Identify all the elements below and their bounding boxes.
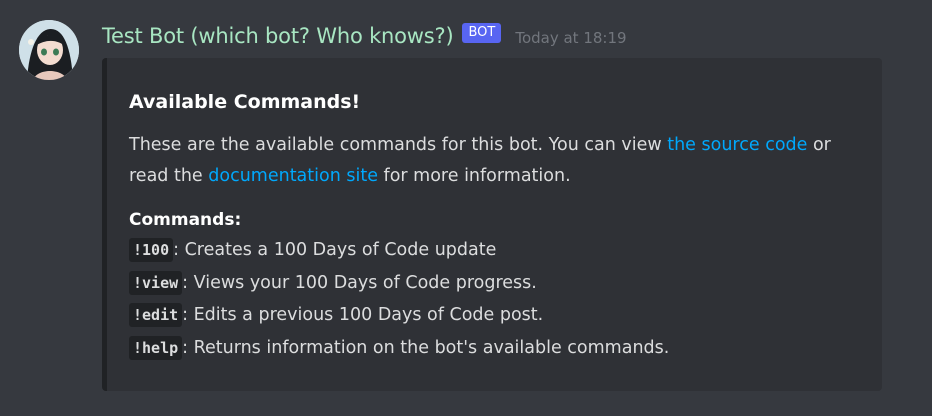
embed-title: Available Commands! <box>129 91 361 113</box>
command-code: !help <box>129 335 183 360</box>
command-description: : Returns information on the bot's avail… <box>182 337 670 358</box>
field-name-commands: Commands: <box>129 210 242 230</box>
desc-text-1: These are the available commands for thi… <box>129 135 668 155</box>
embed-content: Available Commands! These are the availa… <box>129 86 852 364</box>
command-code: !view <box>129 270 183 295</box>
bot-tag-badge: BOT <box>462 23 502 43</box>
commands-list: !100: Creates a 100 Days of Code update … <box>129 234 852 364</box>
command-code: !edit <box>129 303 183 327</box>
command-row: !100: Creates a 100 Days of Code update <box>129 234 852 267</box>
command-description: : Edits a previous 100 Days of Code post… <box>182 305 544 325</box>
command-description: : Creates a 100 Days of Code update <box>173 240 497 260</box>
chat-message: Test Bot (which bot? Who knows?) BOT Tod… <box>0 0 932 416</box>
timestamp[interactable]: Today at 18:19 <box>515 29 626 47</box>
command-description: : Views your 100 Days of Code progress. <box>182 272 537 293</box>
username[interactable]: Test Bot (which bot? Who knows?) <box>102 24 454 48</box>
command-row: !edit: Edits a previous 100 Days of Code… <box>129 299 852 332</box>
message-header: Test Bot (which bot? Who knows?) BOT Tod… <box>102 20 627 52</box>
desc-text-3: for more information. <box>377 166 571 186</box>
command-row: !help: Returns information on the bot's … <box>129 332 852 365</box>
command-code: !100 <box>129 238 174 262</box>
bot-avatar[interactable] <box>19 20 79 80</box>
command-row: !view: Views your 100 Days of Code progr… <box>129 267 852 300</box>
rich-embed: Available Commands! These are the availa… <box>102 58 882 391</box>
documentation-link[interactable]: documentation site <box>208 166 378 186</box>
embed-description: These are the available commands for thi… <box>129 130 852 192</box>
source-code-link[interactable]: the source code <box>667 135 807 155</box>
